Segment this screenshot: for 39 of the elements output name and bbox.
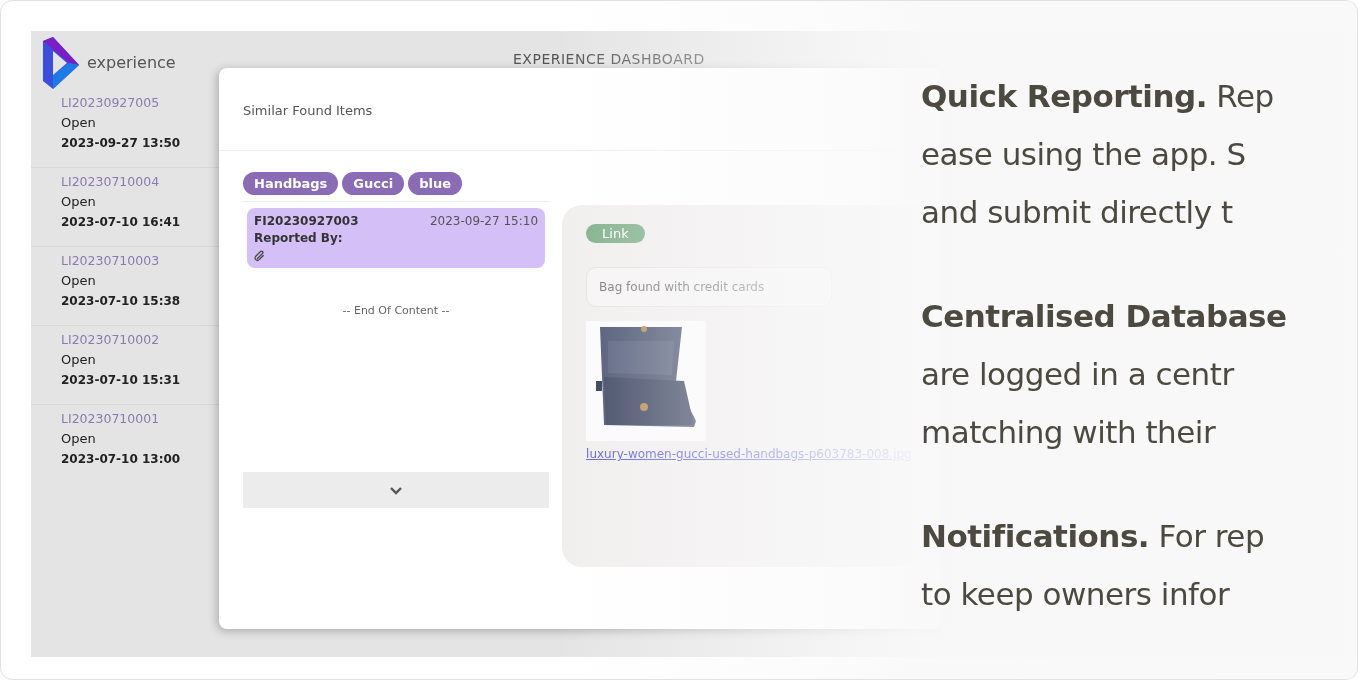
- end-of-content-text: -- End Of Content --: [342, 304, 450, 317]
- found-item-card[interactable]: FI20230927003 2023-09-27 15:10 Reported By:: [247, 208, 546, 268]
- record-status: Open: [61, 114, 97, 132]
- record-id[interactable]: LI20230710002: [61, 330, 219, 350]
- record-status: Open: [61, 430, 97, 448]
- feature-text: ease using the app. S: [921, 135, 1247, 174]
- record-status: Open: [61, 193, 97, 211]
- record-time: 2023-07-10 13:00: [61, 451, 182, 468]
- logo-icon: [41, 35, 81, 89]
- record-status: Open: [61, 272, 97, 290]
- record-id[interactable]: LI20230710004: [61, 172, 219, 192]
- tag-chip[interactable]: Handbags: [243, 172, 339, 195]
- feature-text: Quick Reporting. Rep: [921, 77, 1275, 116]
- record-time: 2023-09-27 13:50: [61, 135, 182, 152]
- record-time: 2023-07-10 15:31: [61, 372, 182, 389]
- description-field[interactable]: Bag found with credit cards: [586, 267, 833, 307]
- reported-by-label: Reported By:: [254, 231, 344, 245]
- dashboard-title: EXPERIENCE DASHBOARD: [513, 51, 706, 68]
- expand-button[interactable]: [243, 472, 550, 508]
- chevron-down-icon: [389, 485, 404, 495]
- record-id[interactable]: LI20230710001: [61, 409, 219, 429]
- feature-text: matching with their: [921, 413, 1217, 452]
- record-id[interactable]: LI20230710003: [61, 251, 219, 271]
- record-time: 2023-07-10 15:38: [61, 293, 182, 310]
- feature-text: Centralised Database: [921, 297, 1287, 336]
- logo-text: experience: [87, 52, 176, 72]
- item-id: FI20230927003: [254, 214, 359, 228]
- item-time: 2023-09-27 15:10: [429, 214, 539, 228]
- feature-text: to keep owners infor: [921, 575, 1231, 614]
- record-id[interactable]: LI20230927005: [61, 93, 219, 113]
- feature-text: are logged in a centr: [921, 355, 1236, 394]
- feature-text: Notifications. For rep: [921, 517, 1266, 556]
- link-badge: Link: [586, 224, 645, 243]
- record-time: 2023-07-10 16:41: [61, 214, 182, 231]
- record-status: Open: [61, 351, 97, 369]
- modal-title: Similar Found Items: [243, 103, 373, 118]
- tag-chip[interactable]: blue: [408, 172, 462, 195]
- tag-chip[interactable]: Gucci: [342, 172, 405, 195]
- feature-text: and submit directly t: [921, 193, 1234, 232]
